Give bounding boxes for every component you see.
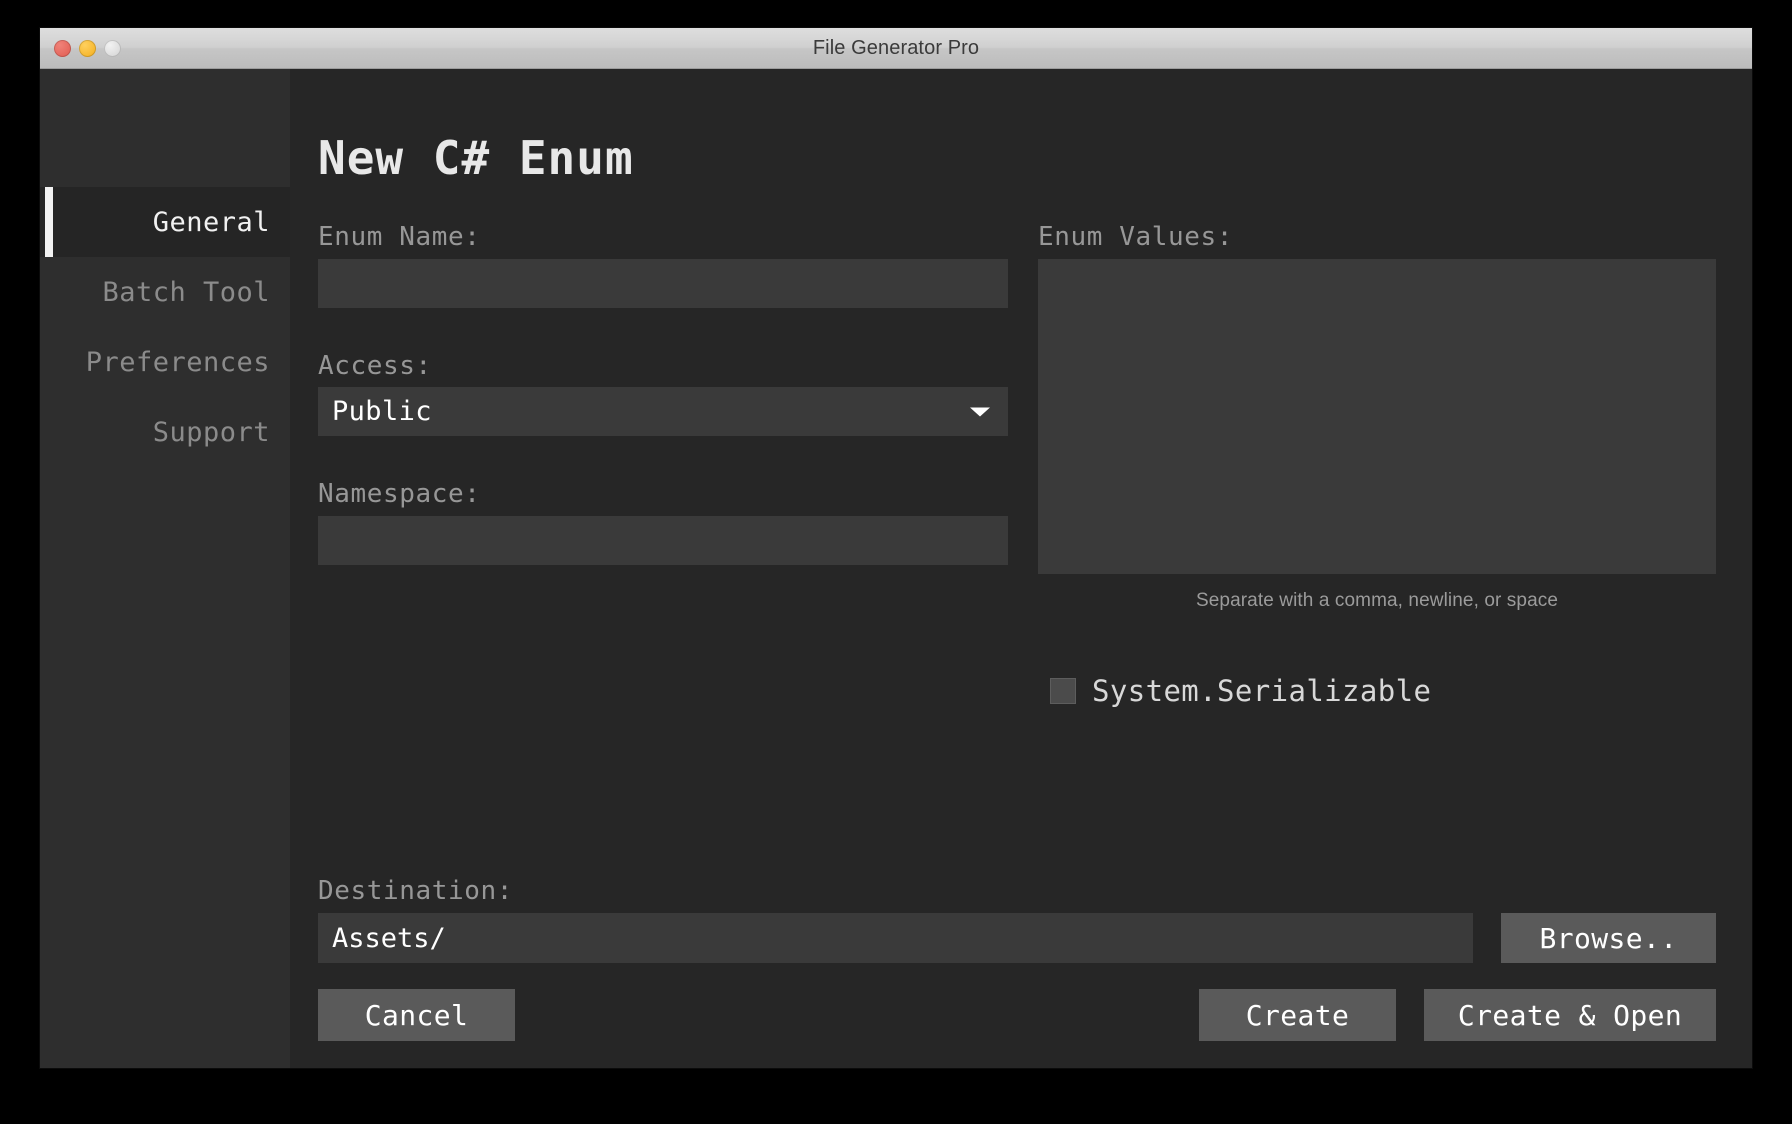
- main-panel: New C# Enum Enum Name: Access: Public Na…: [290, 69, 1752, 1068]
- access-selected-value: Public: [332, 396, 432, 428]
- enum-name-input[interactable]: [318, 258, 1008, 308]
- access-label: Access:: [318, 350, 432, 381]
- create-button[interactable]: Create: [1199, 989, 1396, 1041]
- sidebar-item-label: Preferences: [85, 346, 270, 378]
- sidebar: General Batch Tool Preferences Support: [40, 69, 290, 1068]
- enum-name-label: Enum Name:: [318, 222, 481, 252]
- destination-row: Browse..: [318, 913, 1716, 963]
- form-right-column: Enum Values: Separate with a comma, newl…: [1038, 223, 1716, 708]
- create-and-open-button[interactable]: Create & Open: [1424, 989, 1716, 1041]
- namespace-input[interactable]: [318, 515, 1008, 565]
- browse-button[interactable]: Browse..: [1501, 913, 1716, 963]
- zoom-button[interactable]: [104, 39, 121, 57]
- app-window: File Generator Pro General Batch Tool Pr…: [40, 28, 1752, 1068]
- namespace-label: Namespace:: [318, 479, 481, 510]
- serializable-label: System.Serializable: [1092, 673, 1432, 708]
- close-button[interactable]: [54, 39, 71, 57]
- window-title: File Generator Pro: [812, 36, 980, 59]
- minimize-button[interactable]: [79, 39, 96, 57]
- action-button-row: Cancel Create Create & Open: [318, 989, 1716, 1041]
- destination-label: Destination:: [318, 876, 514, 906]
- sidebar-item-label: Batch Tool: [102, 276, 270, 308]
- sidebar-item-batch-tool[interactable]: Batch Tool: [40, 257, 290, 327]
- serializable-checkbox[interactable]: [1050, 677, 1076, 704]
- chevron-down-icon: [970, 407, 990, 417]
- enum-values-label: Enum Values:: [1038, 222, 1234, 252]
- sidebar-item-support[interactable]: Support: [40, 397, 290, 467]
- cancel-button[interactable]: Cancel: [318, 989, 515, 1041]
- title-bar: File Generator Pro: [40, 28, 1752, 69]
- sidebar-item-label: General: [152, 206, 270, 238]
- access-dropdown[interactable]: Public: [318, 387, 1008, 437]
- destination-input[interactable]: [318, 913, 1473, 963]
- sidebar-item-preferences[interactable]: Preferences: [40, 327, 290, 397]
- enum-values-helper-text: Separate with a comma, newline, or space: [1195, 589, 1558, 611]
- form-left-column: Enum Name: Access: Public Namespace:: [318, 223, 1008, 708]
- traffic-light-group: [54, 28, 121, 68]
- window-body: General Batch Tool Preferences Support N…: [40, 69, 1752, 1068]
- page-title: New C# Enum: [318, 131, 634, 185]
- sidebar-item-general[interactable]: General: [40, 187, 290, 257]
- bottom-section: Destination: Browse.. Cancel Create Crea…: [318, 876, 1716, 1041]
- form-columns: Enum Name: Access: Public Namespace: Enu…: [318, 223, 1716, 708]
- serializable-checkbox-row[interactable]: System.Serializable: [1038, 674, 1716, 708]
- enum-values-textarea[interactable]: [1038, 258, 1716, 574]
- sidebar-item-label: Support: [152, 416, 270, 448]
